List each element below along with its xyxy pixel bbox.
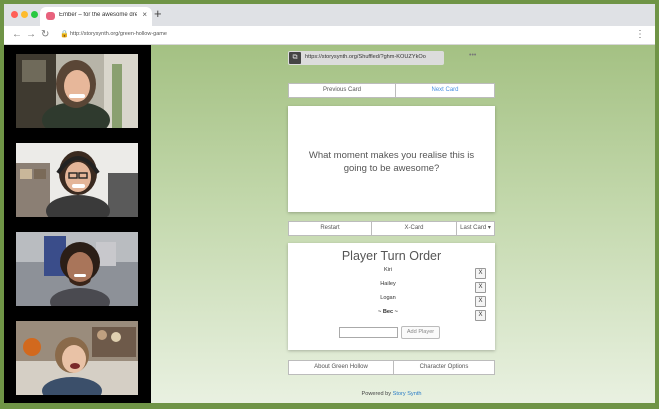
video-call-strip bbox=[4, 45, 151, 403]
card-navigation: Previous Card Next Card bbox=[288, 83, 495, 98]
share-url-box[interactable]: ⧉ https://storysynth.org/Shuffled/?ghm-K… bbox=[288, 51, 444, 65]
tab-close-icon[interactable]: × bbox=[142, 10, 147, 19]
browser-window: Ember – for the awesome dren... × + ← → … bbox=[4, 4, 655, 403]
new-player-input[interactable] bbox=[339, 327, 398, 338]
character-options-button[interactable]: Character Options bbox=[394, 360, 495, 375]
maximize-window-button[interactable] bbox=[31, 11, 38, 18]
bottom-navigation: About Green Hollow Character Options bbox=[288, 360, 495, 375]
browser-tab-bar: Ember – for the awesome dren... × + bbox=[4, 4, 655, 26]
x-card-button[interactable]: X-Card bbox=[372, 221, 457, 236]
prompt-text: What moment makes you realise this is go… bbox=[308, 150, 475, 174]
share-url-text: https://storysynth.org/Shuffled/?ghm-KOU… bbox=[305, 54, 426, 60]
powered-by-text: Powered by bbox=[361, 391, 392, 397]
browser-menu-icon[interactable]: ⋮ bbox=[635, 28, 645, 42]
panel-title: Player Turn Order bbox=[341, 249, 442, 263]
player-name: Logan bbox=[380, 295, 396, 301]
player-name: Kiri bbox=[383, 267, 393, 273]
last-card-dropdown[interactable]: Last Card ▾ bbox=[457, 221, 495, 236]
previous-card-button[interactable]: Previous Card bbox=[288, 83, 396, 98]
video-feed-1 bbox=[16, 54, 138, 128]
about-button[interactable]: About Green Hollow bbox=[288, 360, 394, 375]
reload-icon[interactable]: ↻ bbox=[41, 27, 49, 43]
player-turn-order-panel: Player Turn Order Kiri X Hailey X Logan … bbox=[288, 243, 495, 350]
remove-player-button[interactable]: X bbox=[475, 296, 486, 307]
browser-toolbar: ← → ↻ 🔒 http://storysynth.org/green-holl… bbox=[4, 26, 655, 45]
lock-icon: 🔒 bbox=[60, 31, 69, 38]
more-options-icon[interactable]: ••• bbox=[469, 52, 476, 59]
tab-title: Ember – for the awesome dren... bbox=[59, 12, 137, 18]
remove-player-button[interactable]: X bbox=[475, 282, 486, 293]
story-synth-app: ⧉ https://storysynth.org/Shuffled/?ghm-K… bbox=[151, 45, 655, 403]
next-card-button[interactable]: Next Card bbox=[396, 83, 495, 98]
favicon-icon bbox=[46, 12, 55, 20]
minimize-window-button[interactable] bbox=[21, 11, 28, 18]
address-bar[interactable]: http://storysynth.org/green-hollow-game bbox=[70, 31, 167, 37]
browser-tab[interactable]: Ember – for the awesome dren... × bbox=[40, 7, 152, 26]
add-player-button[interactable]: Add Player bbox=[401, 326, 440, 339]
remove-player-button[interactable]: X bbox=[475, 310, 486, 321]
forward-arrow-icon[interactable]: → bbox=[26, 27, 36, 43]
video-feed-3 bbox=[16, 232, 138, 306]
footer: Powered by Story Synth bbox=[288, 391, 495, 397]
current-player-name: ~ Bec ~ bbox=[378, 309, 398, 315]
video-feed-2 bbox=[16, 143, 138, 217]
video-feed-4 bbox=[16, 321, 138, 395]
remove-player-button[interactable]: X bbox=[475, 268, 486, 279]
restart-button[interactable]: Restart bbox=[288, 221, 372, 236]
back-arrow-icon[interactable]: ← bbox=[12, 27, 22, 43]
new-tab-button[interactable]: + bbox=[154, 6, 162, 22]
copy-link-icon[interactable]: ⧉ bbox=[289, 52, 301, 64]
card-controls: Restart X-Card Last Card ▾ bbox=[288, 221, 495, 236]
prompt-card: What moment makes you realise this is go… bbox=[288, 106, 495, 212]
story-synth-link[interactable]: Story Synth bbox=[393, 391, 422, 397]
player-name: Hailey bbox=[380, 281, 396, 287]
close-window-button[interactable] bbox=[11, 11, 18, 18]
